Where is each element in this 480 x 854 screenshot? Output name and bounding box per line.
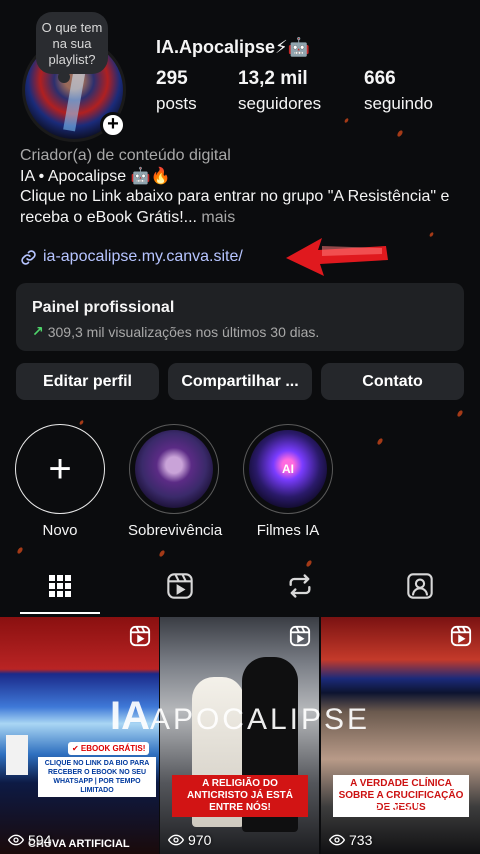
profile-tabs (0, 560, 480, 616)
post-views: 733 (329, 832, 372, 848)
highlight-survival[interactable]: Sobrevivência (128, 424, 223, 539)
post-watermark: APOCALIPSE (361, 801, 464, 816)
share-profile-button[interactable]: Compartilhar ... (168, 363, 312, 400)
apocalipse-watermark: IAAPOCALIPSE (0, 694, 480, 739)
stat-following-value: 666 (364, 68, 396, 89)
profile-bio: Criador(a) de conteúdo digital IA • Apoc… (20, 146, 460, 228)
post-caption-mid: CLIQUE NO LINK DA BIO PARA RECEBER O EBO… (38, 757, 156, 797)
reels-icon (167, 573, 193, 599)
stat-posts[interactable]: 295 posts (156, 68, 197, 114)
active-tab-indicator (20, 612, 100, 614)
stat-posts-label: posts (156, 94, 197, 113)
eye-icon (329, 834, 345, 846)
highlight-new-ring: + (15, 424, 105, 514)
post-overlay-box (6, 735, 28, 775)
eye-icon (8, 834, 24, 846)
note-bubble[interactable]: O que tem na sua playlist? (36, 12, 108, 83)
pro-dashboard-views: 309,3 mil visualizações nos últimos 30 d… (47, 323, 320, 340)
plus-icon: + (48, 447, 72, 491)
link-icon (21, 249, 36, 265)
eye-icon (168, 834, 184, 846)
tab-tagged[interactable] (360, 560, 480, 612)
post-views-count: 970 (188, 832, 212, 848)
highlight-ai-badge: AI (282, 462, 294, 476)
highlight-thumbnail (135, 430, 213, 508)
highlight-label: Sobrevivência (128, 522, 223, 539)
post-views-count: 594 (28, 832, 52, 848)
bio-line-1: IA • Apocalipse 🤖🔥 (20, 167, 171, 185)
stat-following-label: seguindo (364, 94, 434, 113)
tab-reposts[interactable] (240, 560, 360, 612)
highlight-thumbnail: AI (249, 430, 327, 508)
post-caption: A RELIGIÃO DO ANTICRISTO JÁ ESTÁ ENTRE N… (172, 775, 308, 817)
stat-posts-value: 295 (156, 68, 188, 89)
trend-up-icon: ↗ (32, 323, 44, 339)
post-caption-top: ✔ EBOOK GRÁTIS! (68, 742, 150, 755)
reel-icon (129, 625, 151, 647)
contact-button[interactable]: Contato (321, 363, 464, 400)
add-story-icon[interactable]: + (100, 112, 126, 138)
stat-followers[interactable]: 13,2 mil seguidores (238, 68, 321, 114)
bio-category: Criador(a) de conteúdo digital (20, 147, 231, 164)
highlight-ring (129, 424, 219, 514)
bio-line-2: Clique no Link abaixo para entrar no gru… (20, 188, 450, 205)
highlight-ai-movies[interactable]: AI Filmes IA (242, 424, 334, 539)
post-views-count: 733 (349, 832, 373, 848)
tagged-icon (407, 573, 433, 599)
highlight-new[interactable]: + Novo (14, 424, 106, 539)
post-views: 594 (8, 832, 51, 848)
pro-dashboard-title: Painel profissional (32, 299, 175, 316)
reposts-icon (289, 574, 311, 598)
post-views: 970 (168, 832, 211, 848)
highlight-label: Filmes IA (256, 522, 320, 539)
watermark-ia: IA (109, 694, 150, 738)
tab-posts-grid[interactable] (0, 560, 120, 612)
reel-icon (289, 625, 311, 647)
bio-line-3-text: receba o eBook Grátis!... (20, 208, 197, 226)
bio-line-3[interactable]: receba o eBook Grátis!... mais (20, 208, 460, 229)
highlight-ring: AI (243, 424, 333, 514)
bio-more-link[interactable]: mais (197, 209, 235, 226)
highlight-label: Novo (42, 522, 78, 539)
grid-icon (49, 575, 71, 597)
red-arrow-icon (286, 238, 388, 276)
stat-followers-label: seguidores (238, 94, 322, 113)
bio-link-text: ia-apocalipse.my.canva.site/ (43, 248, 243, 265)
stat-followers-value: 13,2 mil (238, 68, 308, 89)
profile-username: IA.Apocalipse⚡🤖 (156, 37, 311, 57)
edit-profile-button[interactable]: Editar perfil (16, 363, 159, 400)
reel-icon (450, 625, 472, 647)
bio-link[interactable]: ia-apocalipse.my.canva.site/ (20, 248, 243, 266)
watermark-text: APOCALIPSE (149, 703, 371, 736)
pro-dashboard-subtitle: ↗ 309,3 mil visualizações nos últimos 30… (32, 323, 448, 340)
stat-following[interactable]: 666 seguindo (364, 68, 433, 114)
professional-dashboard[interactable]: Painel profissional ↗ 309,3 mil visualiz… (16, 283, 464, 351)
tab-reels[interactable] (120, 560, 240, 612)
